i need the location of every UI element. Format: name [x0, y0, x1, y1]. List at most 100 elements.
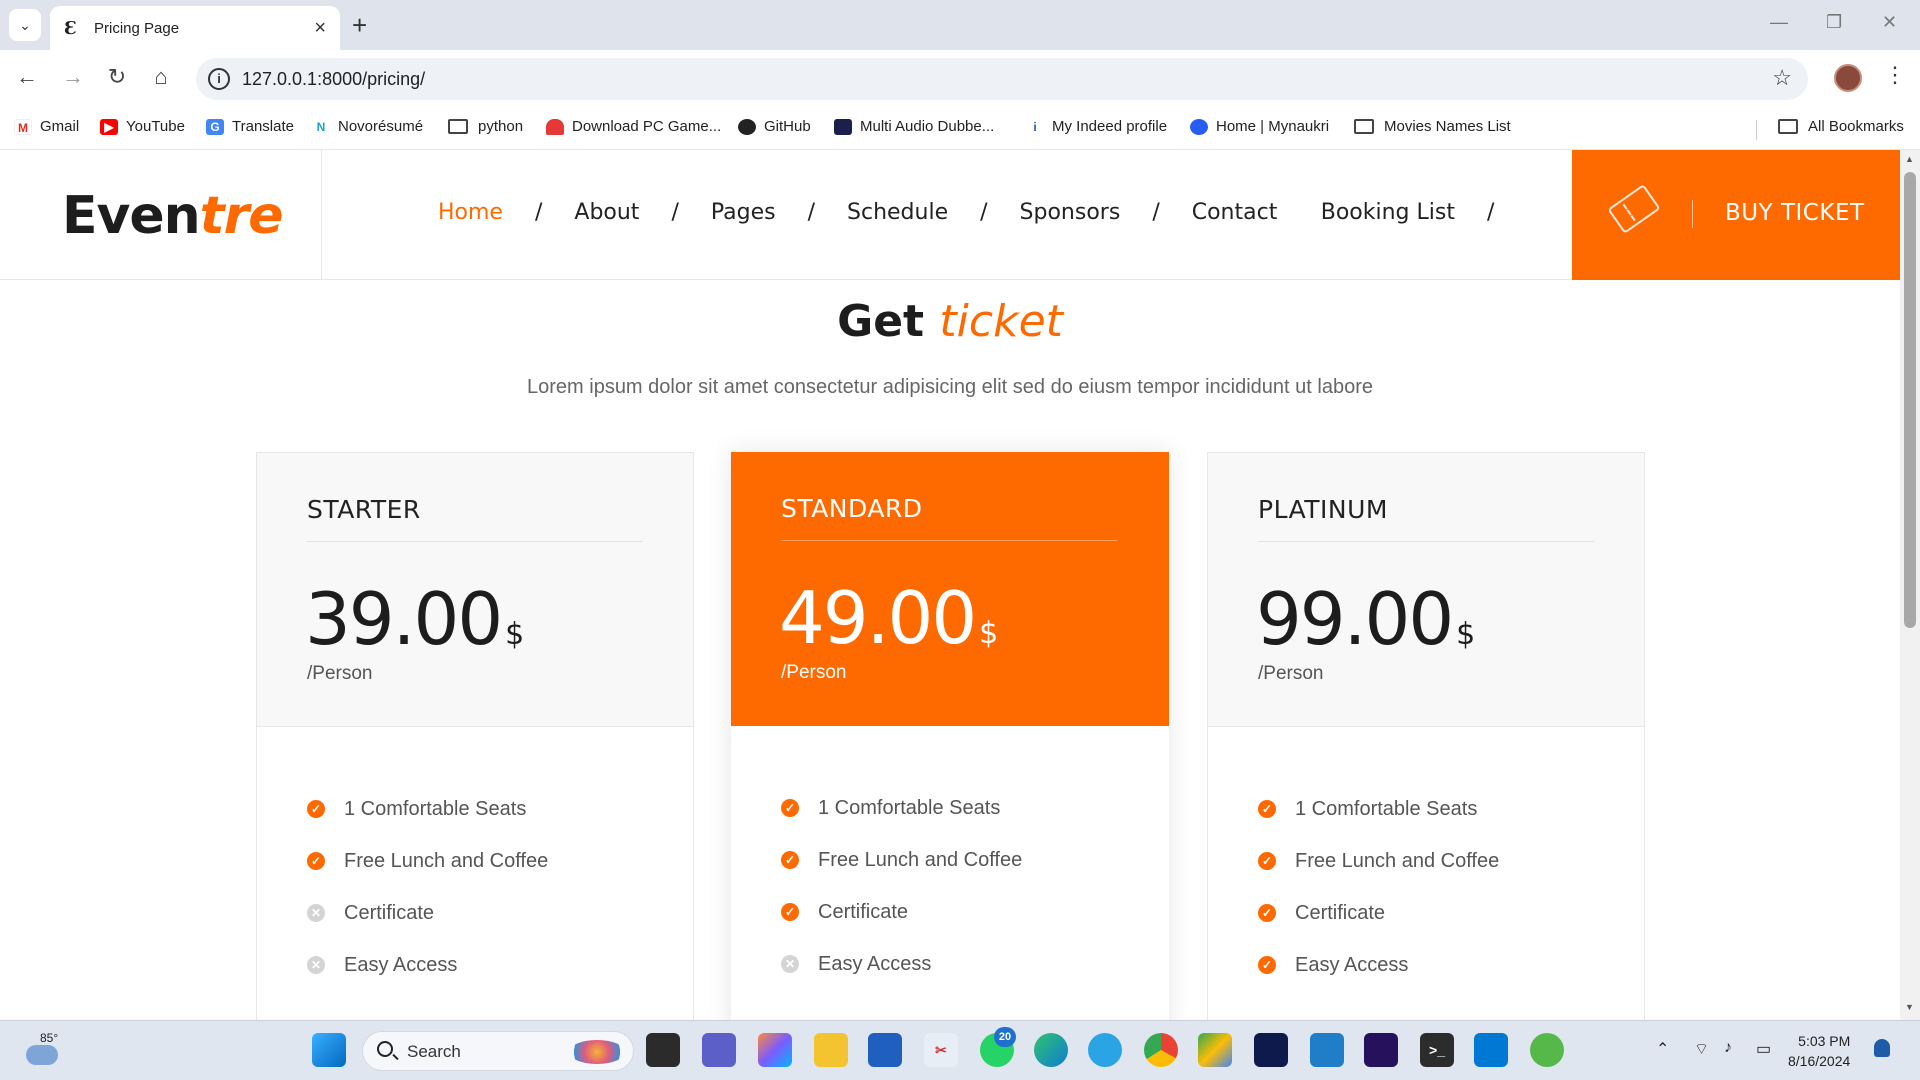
close-tab-icon[interactable]: ×	[314, 17, 326, 40]
pricing-card-standard: STANDARD 49.00 $ /Person ✓ 1 Comfortable S…	[731, 452, 1169, 1020]
system-clock[interactable]: 5:03 PM 8/16/2024	[1788, 1031, 1850, 1071]
browser-menu-icon[interactable]: ⋮	[1884, 62, 1906, 88]
back-button[interactable]: ←	[12, 64, 42, 90]
bookmark-python[interactable]: python	[448, 118, 523, 135]
telegram-icon[interactable]	[1088, 1033, 1122, 1067]
site-info-icon[interactable]: i	[208, 68, 230, 90]
battery-icon[interactable]: ▭	[1756, 1039, 1771, 1059]
bookmark-github[interactable]: GitHub	[738, 118, 811, 135]
restore-window-button[interactable]: ❐	[1826, 12, 1842, 33]
naukri-icon	[1190, 118, 1208, 135]
nav-about[interactable]: About	[574, 200, 639, 225]
bookmark-indeed[interactable]: i My Indeed profile	[1026, 118, 1167, 135]
bookmark-mynaukri[interactable]: Home | Mynaukri	[1190, 118, 1329, 135]
minimize-window-button[interactable]: —	[1770, 12, 1788, 33]
bookmark-translate[interactable]: G Translate	[206, 118, 294, 135]
nav-home[interactable]: Home	[438, 200, 503, 225]
folder-icon	[448, 119, 468, 134]
nav-contact[interactable]: Contact	[1192, 200, 1278, 225]
nav-booking-list[interactable]: Booking List	[1321, 200, 1455, 225]
new-tab-button[interactable]: +	[352, 10, 367, 40]
check-icon: ✓	[307, 852, 325, 870]
nav-sponsors[interactable]: Sponsors	[1020, 200, 1121, 225]
amazon-music-icon[interactable]	[1364, 1033, 1398, 1067]
feature-item: ✕ Easy Access	[307, 939, 548, 991]
page-scrollbar[interactable]: ▲ ▼	[1900, 150, 1920, 1020]
microsoft-store-icon[interactable]	[868, 1033, 902, 1067]
cross-icon: ✕	[781, 955, 799, 973]
nav-separator: /	[1152, 200, 1160, 225]
feature-item: ✕ Easy Access	[781, 938, 1022, 990]
utorrent-icon[interactable]	[1530, 1033, 1564, 1067]
profile-avatar[interactable]	[1834, 64, 1862, 92]
bookmark-movies-names-list[interactable]: Movies Names List	[1354, 118, 1511, 135]
feature-item: ✓ Certificate	[781, 886, 1022, 938]
home-button[interactable]: ⌂	[146, 64, 176, 90]
buy-ticket-button[interactable]: BUY TICKET	[1572, 150, 1900, 280]
start-windows-icon[interactable]	[312, 1033, 346, 1067]
feature-item: ✓ Easy Access	[1258, 939, 1499, 991]
movie-icon	[834, 118, 852, 135]
check-icon: ✓	[307, 800, 325, 818]
bookmark-download-pc-games[interactable]: Download PC Game...	[546, 118, 721, 135]
site-logo[interactable]: Eventre	[62, 186, 283, 246]
chevron-up-icon[interactable]: ⌃	[1656, 1039, 1669, 1059]
bookmark-gmail[interactable]: M Gmail	[14, 118, 79, 135]
terminal-icon[interactable]: >_	[1420, 1033, 1454, 1067]
browser-toolbar: ← → ↻ ⌂ i 127.0.0.1:8000/pricing/ ☆ ⋮	[0, 50, 1920, 108]
prime-video-icon[interactable]	[1310, 1033, 1344, 1067]
file-explorer-icon[interactable]	[814, 1033, 848, 1067]
bookmark-youtube[interactable]: ▶ YouTube	[100, 118, 185, 135]
address-bar[interactable]: i 127.0.0.1:8000/pricing/ ☆	[196, 58, 1808, 100]
ticket-icon	[1607, 184, 1661, 234]
google-drive-icon[interactable]	[1198, 1033, 1232, 1067]
nav-separator: /	[980, 200, 988, 225]
scroll-up-icon[interactable]: ▲	[1905, 154, 1914, 164]
feature-item: ✓ Free Lunch and Coffee	[781, 834, 1022, 886]
browser-tab-active[interactable]: Ɛ Pricing Page ×	[50, 6, 340, 50]
notification-bell-icon[interactable]	[1874, 1039, 1890, 1057]
nav-separator: /	[534, 200, 543, 225]
wifi-icon[interactable]: ⌔	[1694, 1039, 1709, 1059]
windows-taskbar: 85° Search ✂ 20 >_ ⌃ ⌔ ♪ ▭ 5:03 PM 8/16/…	[0, 1020, 1920, 1080]
chevron-down-icon: ⌄	[19, 16, 31, 33]
plan-unit: /Person	[781, 662, 847, 683]
whatsapp-notification-badge: 20	[994, 1027, 1016, 1047]
tab-search-button[interactable]: ⌄	[9, 9, 41, 41]
disney-plus-icon[interactable]	[1254, 1033, 1288, 1067]
tab-title: Pricing Page	[94, 19, 180, 37]
teams-meet-icon[interactable]	[702, 1033, 736, 1067]
bookmark-novoresume[interactable]: N Novorésumé	[312, 118, 423, 135]
scroll-thumb[interactable]	[1904, 172, 1916, 628]
nav-schedule[interactable]: Schedule	[847, 200, 948, 225]
github-icon	[738, 118, 756, 135]
nav-pages[interactable]: Pages	[711, 200, 776, 225]
forward-button[interactable]: →	[58, 64, 88, 90]
plan-name: STARTER	[307, 495, 421, 524]
copilot-icon[interactable]	[758, 1033, 792, 1067]
edge-browser-icon[interactable]	[1034, 1033, 1068, 1067]
chrome-icon[interactable]	[1144, 1033, 1178, 1067]
all-bookmarks-button[interactable]: All Bookmarks	[1778, 118, 1904, 135]
vscode-icon[interactable]	[1474, 1033, 1508, 1067]
snipping-tool-icon[interactable]: ✂	[924, 1033, 958, 1067]
site-favicon-icon: Ɛ	[64, 17, 77, 39]
bookmark-star-icon[interactable]: ☆	[1772, 65, 1792, 91]
volume-icon[interactable]: ♪	[1724, 1039, 1732, 1057]
url-text[interactable]: 127.0.0.1:8000/pricing/	[242, 69, 425, 90]
feature-list: ✓ 1 Comfortable Seats ✓ Free Lunch and Cof…	[307, 783, 548, 991]
browser-tab-strip: ⌄ Ɛ Pricing Page × + — ❐ ✕	[0, 0, 1920, 50]
search-icon	[377, 1041, 393, 1057]
reload-button[interactable]: ↻	[102, 64, 132, 90]
task-view-icon[interactable]	[646, 1033, 680, 1067]
scroll-down-icon[interactable]: ▼	[1905, 1002, 1914, 1012]
plan-price: 49.00 $	[779, 576, 999, 660]
taskbar-search[interactable]: Search	[362, 1031, 634, 1071]
weather-widget[interactable]: 85°	[22, 1031, 62, 1071]
pricing-card-starter: STARTER 39.00 $ /Person ✓ 1 Comfortable Se…	[256, 452, 694, 1020]
folder-icon	[1778, 119, 1798, 134]
game-icon	[546, 118, 564, 135]
bookmark-multi-audio[interactable]: Multi Audio Dubbe...	[834, 118, 994, 135]
close-window-button[interactable]: ✕	[1882, 12, 1897, 33]
check-icon: ✓	[781, 799, 799, 817]
